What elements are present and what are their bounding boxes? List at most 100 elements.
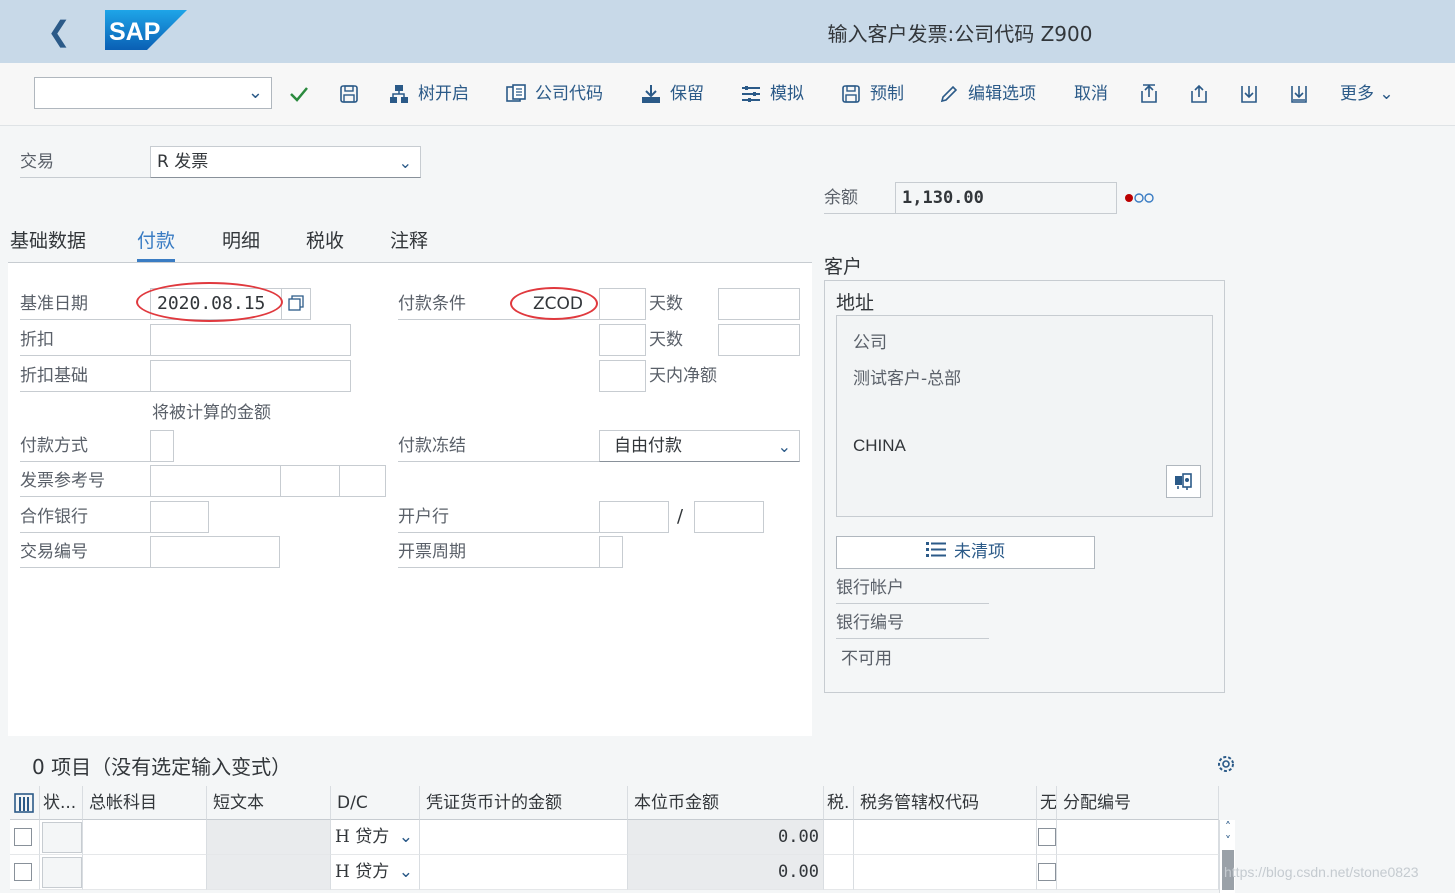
toolbar-dropdown[interactable]: ⌄: [34, 77, 272, 109]
invoice-ref-input-1[interactable]: [150, 465, 281, 497]
simulate-icon: [740, 83, 762, 105]
settings-gear-icon[interactable]: [1216, 754, 1236, 774]
row-dc-select[interactable]: H 贷方 ⌄: [331, 855, 420, 890]
puzzle-icon: [1175, 473, 1192, 490]
payment-block-select[interactable]: 自由付款 ⌄: [599, 430, 800, 462]
row-dc-select[interactable]: H 贷方 ⌄: [331, 820, 420, 855]
more-button[interactable]: 更多 ⌄: [1340, 81, 1394, 107]
row-assignment-cell[interactable]: [1057, 820, 1219, 855]
row-flag-checkbox[interactable]: [1038, 863, 1056, 881]
col-jurisdiction[interactable]: 税务管辖权代码: [854, 786, 1037, 820]
payment-method-label: 付款方式: [20, 430, 151, 462]
park-label: 预制: [870, 84, 904, 104]
table-scrollbar[interactable]: ˄ ˅: [1219, 820, 1235, 893]
invoice-ref-input-2[interactable]: [280, 465, 340, 497]
net-days-input[interactable]: [599, 360, 646, 392]
row-text-cell[interactable]: [207, 855, 331, 890]
row-dc-value: H 贷方: [335, 862, 390, 882]
row-select-checkbox[interactable]: [14, 828, 32, 846]
transaction-no-input[interactable]: [150, 536, 280, 568]
col-tax[interactable]: 税.: [824, 786, 854, 820]
transaction-select[interactable]: R 发票 ⌄: [150, 146, 421, 178]
simulate-button[interactable]: 模拟: [740, 81, 804, 107]
days-input-2[interactable]: [718, 324, 800, 356]
back-icon[interactable]: ❮: [44, 16, 74, 48]
terms-percent-2[interactable]: [599, 324, 646, 356]
hold-button[interactable]: 保留: [640, 81, 704, 107]
scroll-down-icon[interactable]: ˅: [1221, 834, 1235, 848]
row-status-field[interactable]: [42, 857, 82, 888]
date-picker-button[interactable]: [281, 288, 311, 320]
bank-account-label: 银行帐户: [836, 572, 989, 604]
invoice-ref-label: 发票参考号: [20, 465, 151, 497]
column-settings-cell[interactable]: [10, 786, 40, 820]
row-doc-amount-cell[interactable]: [420, 820, 628, 855]
row-select-checkbox[interactable]: [14, 863, 32, 881]
previous-page-button[interactable]: [1188, 81, 1218, 107]
tree-on-button[interactable]: 树开启: [388, 81, 469, 107]
company-code-button[interactable]: 公司代码: [505, 81, 603, 107]
row-assignment-cell[interactable]: [1057, 855, 1219, 890]
col-assignment[interactable]: 分配编号: [1057, 786, 1219, 820]
payment-block-value: 自由付款: [614, 436, 682, 456]
cancel-button[interactable]: 取消: [1074, 81, 1108, 107]
days-label-1: 天数: [649, 294, 683, 314]
tab-basic-data[interactable]: 基础数据: [10, 226, 86, 262]
open-items-button[interactable]: 未清项: [836, 536, 1095, 569]
last-page-button[interactable]: [1288, 81, 1318, 107]
discount-input[interactable]: [150, 324, 351, 356]
row-jurisdiction-cell[interactable]: [854, 855, 1037, 890]
partner-bank-label: 合作银行: [20, 501, 151, 533]
row-text-cell[interactable]: [207, 820, 331, 855]
first-page-button[interactable]: [1138, 81, 1168, 107]
save-button[interactable]: [338, 81, 368, 107]
tab-details[interactable]: 明细: [222, 226, 260, 262]
items-title: 0 项目（没有选定输入变式）: [32, 755, 292, 779]
scroll-up-icon[interactable]: ˄: [1221, 820, 1235, 834]
row-gl-cell[interactable]: [83, 855, 207, 890]
terms-percent-1[interactable]: [599, 288, 646, 320]
toolbar: ⌄ 树开启 公司代码 保留 模拟 预制 编辑选项 取消 更多 ⌄: [0, 63, 1455, 126]
edit-options-label: 编辑选项: [968, 84, 1036, 104]
address-box: [836, 315, 1213, 517]
row-doc-amount-cell[interactable]: [420, 855, 628, 890]
save-icon: [338, 83, 360, 105]
row-jurisdiction-cell[interactable]: [854, 820, 1037, 855]
row-gl-cell[interactable]: [83, 820, 207, 855]
row-flag-checkbox[interactable]: [1038, 828, 1056, 846]
col-dc[interactable]: D/C: [331, 786, 420, 820]
row-local-amount-cell: 0.00: [628, 820, 824, 855]
edit-options-button[interactable]: 编辑选项: [938, 81, 1036, 107]
check-button[interactable]: [288, 81, 318, 107]
col-status[interactable]: 状...: [40, 786, 83, 820]
park-button[interactable]: 预制: [840, 81, 904, 107]
house-bank-label: 开户行: [398, 501, 599, 533]
house-bank-input[interactable]: [599, 501, 669, 533]
discount-base-input[interactable]: [150, 360, 351, 392]
days-input-1[interactable]: [718, 288, 800, 320]
col-gl-account[interactable]: 总帐科目: [83, 786, 207, 820]
hierarchy-icon: [388, 83, 410, 105]
partner-bank-input[interactable]: [150, 501, 209, 533]
account-id-input[interactable]: [694, 501, 764, 533]
discount-base-label: 折扣基础: [20, 360, 151, 392]
tab-tax[interactable]: 税收: [306, 226, 344, 262]
row-tax-cell[interactable]: [824, 855, 854, 890]
table-columns-icon: [14, 793, 34, 813]
col-local-amount[interactable]: 本位币金额: [628, 786, 824, 820]
tab-payment[interactable]: 付款: [137, 226, 176, 262]
tab-notes[interactable]: 注释: [390, 226, 428, 262]
tree-on-label: 树开启: [418, 84, 469, 104]
address-detail-button[interactable]: [1166, 465, 1201, 498]
row-tax-cell[interactable]: [824, 820, 854, 855]
bank-number-label: 银行编号: [836, 607, 989, 639]
first-page-icon: [1138, 83, 1160, 105]
next-page-button[interactable]: [1238, 81, 1268, 107]
payment-method-input[interactable]: [150, 430, 174, 462]
invoice-cycle-input[interactable]: [599, 536, 623, 568]
col-none[interactable]: 无: [1037, 786, 1057, 820]
row-status-field[interactable]: [42, 822, 82, 853]
invoice-ref-input-3[interactable]: [339, 465, 386, 497]
col-short-text[interactable]: 短文本: [207, 786, 331, 820]
col-doc-amount[interactable]: 凭证货币计的金额: [420, 786, 628, 820]
